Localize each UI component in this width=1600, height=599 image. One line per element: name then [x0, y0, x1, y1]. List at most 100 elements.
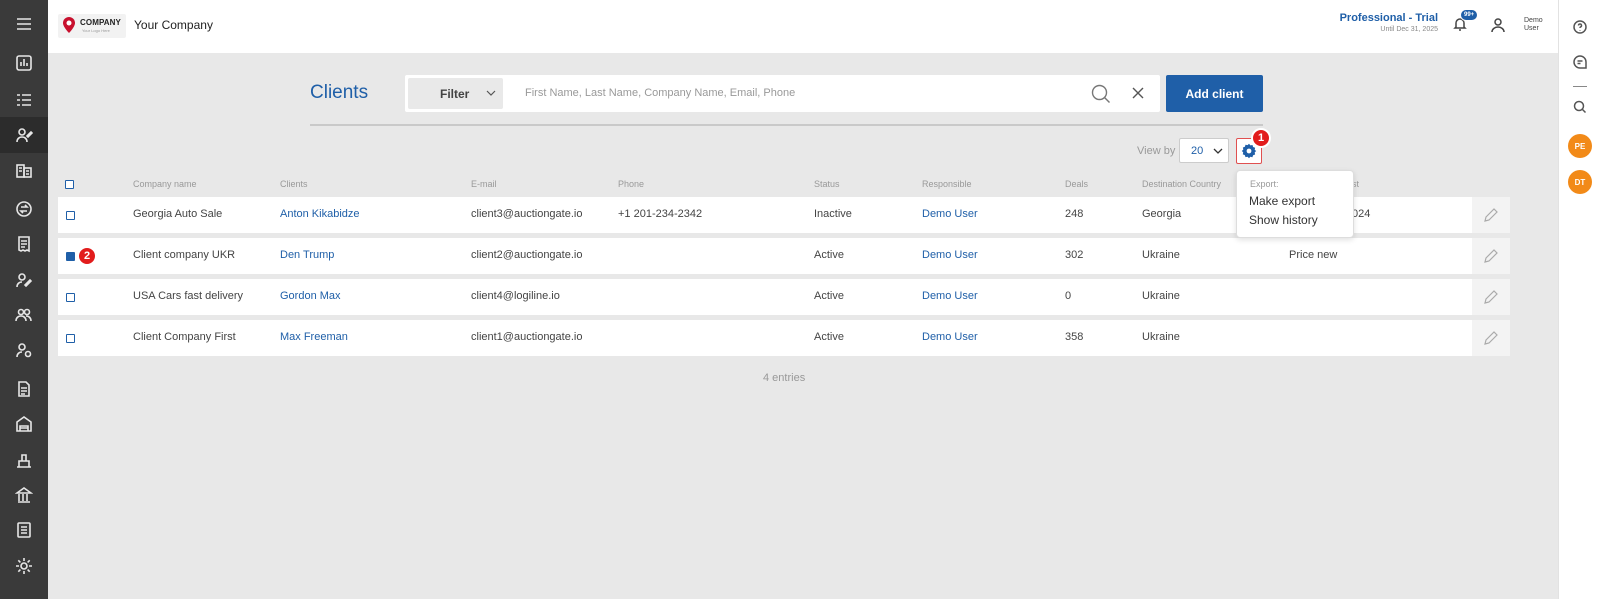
user-menu-button[interactable] [1490, 17, 1508, 35]
extra-cell: 024 [1352, 208, 1371, 220]
phone-cell: +1 201-234-2342 [618, 208, 703, 220]
column-header[interactable]: E-mail [471, 179, 497, 189]
edit-button[interactable] [1472, 279, 1510, 315]
company-name: Your Company [134, 18, 213, 32]
email-cell: client4@logiline.io [471, 290, 560, 302]
deals-cell: 0 [1065, 290, 1072, 302]
responsible-link[interactable]: Demo User [922, 290, 978, 302]
document-icon[interactable] [0, 371, 48, 407]
edit-button[interactable] [1472, 320, 1510, 356]
show-history-item[interactable]: Show history [1249, 213, 1318, 227]
export-dropdown: Export: Make export Show history [1236, 170, 1354, 238]
company-cell: Client Company First [133, 331, 236, 343]
logo-subtext: Your Logo Here [82, 28, 110, 33]
search-icon[interactable] [1091, 84, 1111, 104]
user-edit-icon[interactable] [0, 262, 48, 298]
pencil-icon [1484, 208, 1498, 222]
plan-until: Until Dec 31, 2025 [1380, 26, 1438, 33]
user-icon [1491, 18, 1505, 33]
view-by-select[interactable]: 20 [1179, 138, 1229, 163]
responsible-link[interactable]: Demo User [922, 249, 978, 261]
row-checkbox[interactable] [66, 293, 75, 302]
client-link[interactable]: Max Freeman [280, 331, 348, 343]
rightbar-divider [1573, 86, 1587, 87]
view-by-label: View by [1137, 145, 1176, 157]
clients-icon[interactable] [0, 117, 48, 153]
toolbar-divider [310, 124, 1263, 126]
deals-cell: 358 [1065, 331, 1084, 343]
column-header[interactable]: Deals [1065, 179, 1088, 189]
column-header[interactable]: Destination Country [1142, 179, 1221, 189]
notifications-button[interactable]: 99+ [1452, 9, 1479, 36]
view-by-value: 20 [1191, 145, 1204, 157]
bank-icon[interactable] [0, 477, 48, 513]
buildings-icon[interactable] [0, 152, 48, 188]
notifications-badge: 99+ [1460, 9, 1479, 21]
select-all-checkbox[interactable] [65, 180, 74, 189]
invoice-icon[interactable] [0, 512, 48, 548]
search-input[interactable]: First Name, Last Name, Company Name, Ema… [525, 87, 795, 99]
user-settings-icon[interactable] [0, 332, 48, 368]
table-row[interactable]: Client Company First Max Freeman client1… [58, 320, 1510, 356]
column-header[interactable]: Company name [133, 179, 197, 189]
client-link[interactable]: Gordon Max [280, 290, 341, 302]
menu-icon[interactable] [0, 6, 48, 42]
plan-title: Professional - Trial [1339, 12, 1438, 24]
column-header[interactable]: Phone [618, 179, 644, 189]
plan-info[interactable]: Professional - Trial Until Dec 31, 2025 [1340, 12, 1438, 33]
extra-cell: Price new [1289, 249, 1338, 261]
status-cell: Active [814, 249, 844, 261]
status-cell: Active [814, 331, 844, 343]
client-link[interactable]: Den Trump [280, 249, 334, 261]
receipt-icon[interactable] [0, 226, 48, 262]
responsible-link[interactable]: Demo User [922, 208, 978, 220]
responsible-link[interactable]: Demo User [922, 331, 978, 343]
company-cell: Client company UKR [133, 249, 236, 261]
dashboard-icon[interactable] [0, 45, 48, 81]
settings-icon[interactable] [0, 548, 48, 584]
chat-icon[interactable] [1569, 51, 1591, 73]
help-icon[interactable] [1569, 16, 1591, 38]
chevron-down-icon [486, 90, 496, 96]
row-checkbox[interactable] [66, 334, 75, 343]
client-link[interactable]: Anton Kikabidze [280, 208, 360, 220]
step-marker-2: 2 [77, 246, 97, 266]
column-header[interactable]: Status [814, 179, 840, 189]
pencil-icon [1484, 331, 1498, 345]
exchange-icon[interactable] [0, 191, 48, 227]
page-title: Clients [310, 82, 369, 103]
port-icon[interactable] [0, 442, 48, 478]
right-sidebar: PE DT [1558, 0, 1600, 599]
company-cell: USA Cars fast delivery [133, 290, 244, 302]
edit-button[interactable] [1472, 238, 1510, 274]
search-icon[interactable] [1569, 96, 1591, 118]
email-cell: client2@auctiongate.io [471, 249, 583, 261]
table-row[interactable]: USA Cars fast delivery Gordon Max client… [58, 279, 1510, 315]
column-header[interactable]: Responsible [922, 179, 972, 189]
row-checkbox[interactable] [66, 211, 75, 220]
avatar-pe[interactable]: PE [1568, 134, 1592, 158]
email-cell: client1@auctiongate.io [471, 331, 583, 343]
logo-pin-icon [63, 17, 75, 33]
row-checkbox[interactable] [66, 252, 75, 261]
table-row[interactable]: Client company UKR Den Trump client2@auc… [58, 238, 1510, 274]
avatar-dt[interactable]: DT [1568, 170, 1592, 194]
edit-button[interactable] [1472, 197, 1510, 233]
close-icon[interactable] [1131, 86, 1145, 100]
deals-cell: 248 [1065, 208, 1084, 220]
filter-button[interactable]: Filter [408, 78, 503, 109]
warehouse-icon[interactable] [0, 406, 48, 442]
user-name[interactable]: Demo User [1524, 17, 1548, 33]
step-marker-1: 1 [1251, 128, 1271, 148]
list-icon[interactable] [0, 82, 48, 118]
make-export-item[interactable]: Make export [1249, 194, 1315, 208]
country-cell: Ukraine [1142, 331, 1180, 343]
column-header[interactable]: Clients [280, 179, 308, 189]
status-cell: Inactive [814, 208, 852, 220]
add-client-button[interactable]: Add client [1166, 75, 1263, 112]
top-header: COMPANY Your Logo Here Your Company Prof… [48, 0, 1558, 53]
company-cell: Georgia Auto Sale [133, 208, 223, 220]
users-icon[interactable] [0, 297, 48, 333]
company-logo[interactable]: COMPANY Your Logo Here [58, 14, 126, 38]
export-heading: Export: [1250, 179, 1279, 189]
